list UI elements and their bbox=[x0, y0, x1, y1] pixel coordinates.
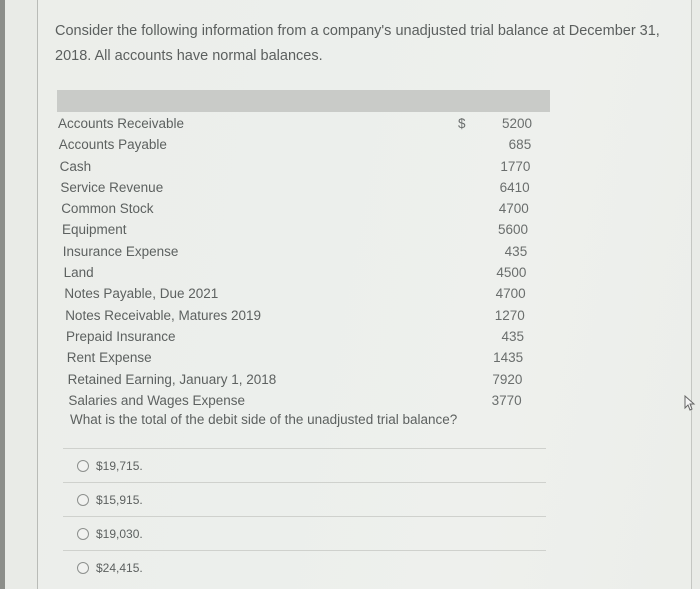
radio-button[interactable] bbox=[77, 561, 89, 574]
answer-option[interactable]: $15,915. bbox=[63, 483, 546, 516]
account-name: Prepaid Insurance bbox=[66, 328, 176, 344]
account-name: Land bbox=[63, 265, 94, 281]
trial-balance-table: Accounts Receivable $5200 Accounts Payable… bbox=[58, 113, 538, 411]
trial-balance-header bbox=[57, 90, 550, 112]
account-row: Accounts Receivable $5200 bbox=[58, 113, 538, 134]
account-name: Accounts Payable bbox=[58, 137, 167, 153]
account-row: Common Stock 4700 bbox=[61, 198, 538, 219]
account-amount: 1435 bbox=[493, 350, 524, 366]
account-row: Accounts Payable 685 bbox=[59, 134, 538, 155]
radio-button[interactable] bbox=[77, 493, 89, 506]
account-name: Equipment bbox=[62, 222, 127, 238]
panel-border-right bbox=[691, 0, 692, 589]
account-amount: 685 bbox=[508, 137, 532, 153]
account-row: Notes Receivable, Matures 2019 1270 bbox=[65, 305, 538, 326]
account-row: Prepaid Insurance 435 bbox=[66, 326, 538, 347]
account-name: Insurance Expense bbox=[62, 243, 179, 259]
account-row: Equipment 5600 bbox=[62, 219, 538, 240]
account-amount: 4700 bbox=[498, 201, 529, 217]
radio-button[interactable] bbox=[77, 459, 89, 472]
account-name: Service Revenue bbox=[60, 179, 164, 195]
account-name: Notes Payable, Due 2021 bbox=[64, 286, 219, 302]
account-amount: 5200 bbox=[501, 116, 532, 131]
account-name: Cash bbox=[59, 158, 92, 174]
account-name: Notes Receivable, Matures 2019 bbox=[65, 307, 262, 323]
account-amount: 5600 bbox=[497, 222, 528, 238]
account-amount: 3770 bbox=[491, 392, 522, 408]
question-prompt: Consider the following information from … bbox=[55, 23, 660, 64]
account-name: Rent Expense bbox=[66, 350, 152, 366]
account-amount: 435 bbox=[504, 243, 528, 259]
option-label: $15,915. bbox=[96, 492, 143, 507]
answer-option[interactable]: $24,415. bbox=[63, 551, 546, 584]
account-row: Notes Payable, Due 2021 4700 bbox=[64, 283, 538, 304]
account-amount: 7920 bbox=[492, 371, 523, 387]
account-row: Salaries and Wages Expense 3770 bbox=[68, 390, 538, 411]
currency-symbol: $ bbox=[458, 116, 466, 131]
account-row: Service Revenue 6410 bbox=[60, 177, 538, 198]
account-row: Rent Expense 1435 bbox=[67, 347, 538, 368]
option-label: $19,030. bbox=[96, 526, 143, 541]
account-row: Insurance Expense 435 bbox=[63, 241, 538, 262]
answer-option[interactable]: $19,030. bbox=[63, 517, 546, 550]
account-amount: 6410 bbox=[499, 179, 530, 195]
account-row: Land 4500 bbox=[64, 262, 538, 283]
account-name: Salaries and Wages Expense bbox=[68, 392, 245, 408]
account-amount: 1770 bbox=[500, 158, 531, 174]
question-text: What is the total of the debit side of t… bbox=[70, 412, 458, 427]
answer-option[interactable]: $19,715. bbox=[63, 449, 546, 482]
account-amount: 1270 bbox=[494, 307, 525, 323]
radio-button[interactable] bbox=[77, 527, 89, 540]
mouse-cursor-icon bbox=[684, 395, 696, 411]
account-row: Retained Earning, January 1, 2018 7920 bbox=[68, 369, 538, 390]
panel-border-left bbox=[37, 0, 38, 589]
account-amount: 4500 bbox=[496, 265, 527, 281]
account-amount: 435 bbox=[501, 328, 524, 344]
account-amount: 4700 bbox=[495, 286, 526, 302]
account-name: Common Stock bbox=[61, 201, 154, 217]
account-row: Cash 1770 bbox=[60, 156, 538, 177]
answer-options: $19,715. $15,915. $19,030. $24,415. bbox=[63, 448, 546, 584]
account-name: Accounts Receivable bbox=[58, 116, 185, 131]
option-label: $24,415. bbox=[96, 560, 143, 575]
screen-edge bbox=[0, 0, 5, 589]
account-name: Retained Earning, January 1, 2018 bbox=[67, 371, 277, 387]
option-label: $19,715. bbox=[96, 458, 143, 473]
